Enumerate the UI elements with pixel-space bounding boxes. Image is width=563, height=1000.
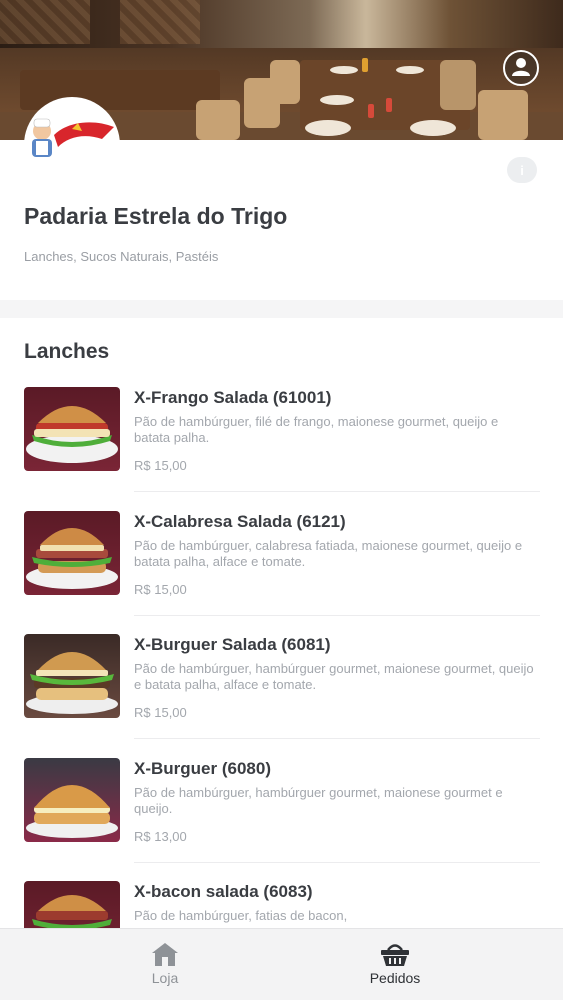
user-profile-icon	[509, 54, 533, 83]
divider	[134, 862, 540, 863]
profile-button[interactable]	[503, 50, 539, 86]
product-price: R$ 15,00	[134, 458, 187, 473]
product-photo	[24, 881, 120, 928]
menu-item[interactable]: X-bacon salada (6083) Pão de hambúrguer,…	[24, 881, 540, 928]
product-photo	[24, 634, 120, 718]
tab-label: Loja	[151, 970, 179, 986]
menu-item[interactable]: X-Frango Salada (61001) Pão de hambúrgue…	[24, 387, 540, 511]
menu-item[interactable]: X-Calabresa Salada (6121) Pão de hambúrg…	[24, 511, 540, 635]
product-photo	[24, 758, 120, 842]
product-description: Pão de hambúrguer, hambúrguer gourmet, m…	[134, 661, 534, 692]
product-photo	[24, 511, 120, 595]
info-button[interactable]: i	[507, 157, 537, 183]
store-categories: Lanches, Sucos Naturais, Pastéis	[24, 249, 219, 264]
product-name: X-Burguer Salada (6081)	[134, 635, 331, 654]
store-name: Padaria Estrela do Trigo	[24, 203, 288, 229]
menu-item[interactable]: X-Burguer (6080) Pão de hambúrguer, hamb…	[24, 758, 540, 882]
product-photo	[24, 387, 120, 471]
info-icon: i	[520, 162, 524, 178]
menu-item[interactable]: X-Burguer Salada (6081) Pão de hambúrgue…	[24, 634, 540, 758]
divider	[134, 491, 540, 492]
bottom-tab-bar: Loja Pedidos	[0, 928, 563, 1000]
product-name: X-bacon salada (6083)	[134, 882, 313, 901]
product-description: Pão de hambúrguer, hambúrguer gourmet, m…	[134, 785, 503, 816]
product-price: R$ 15,00	[134, 705, 187, 720]
product-description: Pão de hambúrguer, filé de frango, maion…	[134, 414, 499, 445]
product-name: X-Burguer (6080)	[134, 759, 271, 778]
divider	[134, 738, 540, 739]
section-title: Lanches	[24, 340, 110, 363]
menu-list: Lanches X-Frango Salada (61001) Pão de h…	[0, 318, 563, 928]
tab-loja[interactable]: Loja	[95, 929, 235, 1000]
basket-icon	[379, 940, 411, 968]
tab-pedidos[interactable]: Pedidos	[325, 929, 465, 1000]
product-description: Pão de hambúrguer, calabresa fatiada, ma…	[134, 538, 523, 569]
tab-label: Pedidos	[369, 970, 421, 986]
store-icon	[150, 940, 180, 968]
product-description: Pão de hambúrguer, fatias de bacon,	[134, 908, 348, 923]
product-price: R$ 13,00	[134, 829, 187, 844]
product-price: R$ 15,00	[134, 582, 187, 597]
product-name: X-Calabresa Salada (6121)	[134, 512, 346, 531]
store-info-card: i Padaria Estrela do Trigo Lanches, Suco…	[0, 140, 563, 300]
product-name: X-Frango Salada (61001)	[134, 388, 332, 407]
divider	[134, 615, 540, 616]
